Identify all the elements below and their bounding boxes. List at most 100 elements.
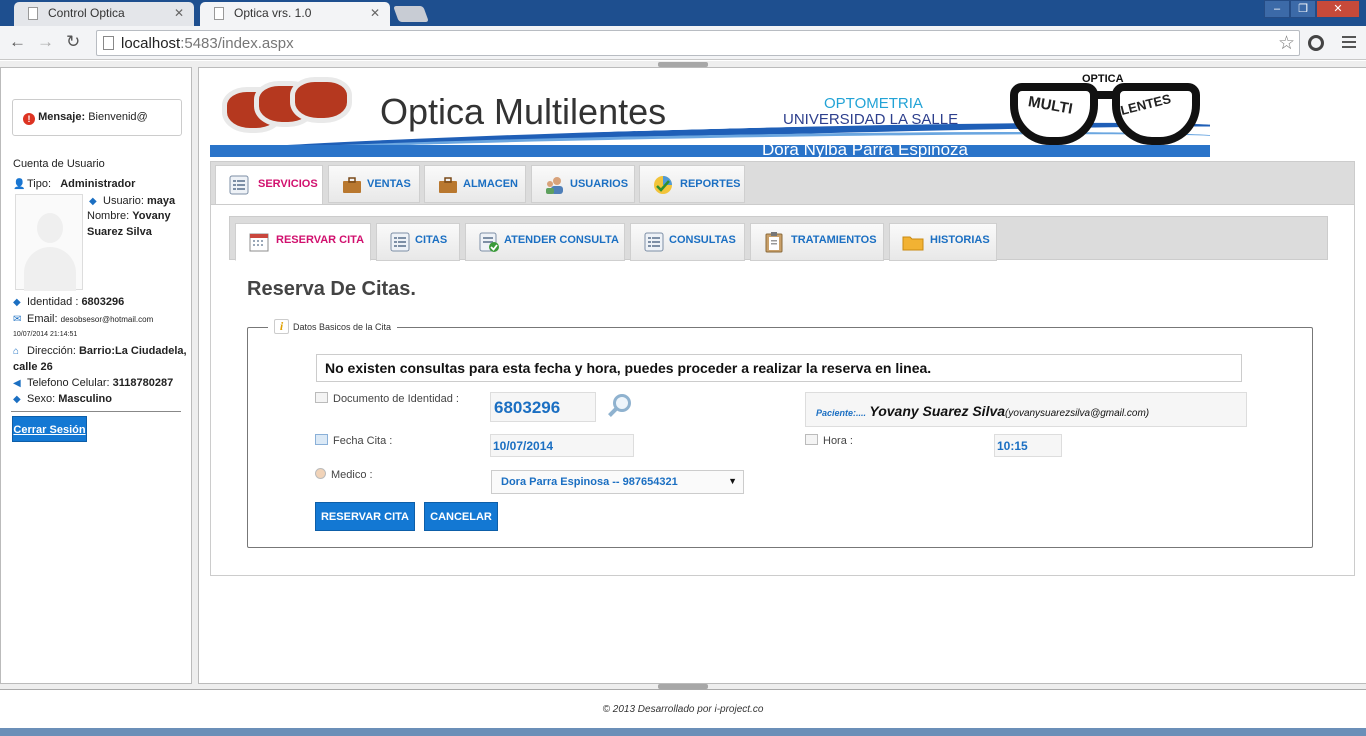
page-title: Reserva De Citas.	[247, 278, 416, 300]
email-row: ✉ Email: desobsesor@hotmail.com	[13, 313, 154, 325]
mail-icon: ✉	[13, 314, 22, 325]
header-banner: Optica Multilentes OPTOMETRIA UNIVERSIDA…	[210, 71, 1210, 157]
usuario-row: ◆ Usuario: maya	[89, 195, 176, 207]
browser-tab-strip: Control Optica ✕ Optica vrs. 1.0 ✕ – ❐ ✕	[0, 0, 1366, 26]
login-timestamp: 10/07/2014 21:14:51	[13, 331, 78, 338]
banner-line-2: UNIVERSIDAD LA SALLE	[783, 111, 959, 128]
sexo-row: ◆ Sexo: Masculino	[13, 393, 112, 405]
bookmark-star-icon[interactable]: ☆	[1278, 32, 1295, 55]
chevron-down-icon: ▼	[728, 476, 737, 486]
footer-text: © 2013 Desarrollado por i-project.co	[602, 704, 764, 715]
search-icon[interactable]	[606, 394, 632, 422]
close-window-icon[interactable]: ✕	[1316, 0, 1360, 18]
browser-tab-control-optica[interactable]: Control Optica ✕	[14, 2, 194, 26]
folder-icon	[902, 236, 924, 251]
id-card-icon	[315, 392, 328, 403]
message-text: Bienvenid@	[88, 111, 148, 123]
back-arrow-icon[interactable]: ←	[9, 33, 26, 51]
calendar-icon	[315, 434, 328, 445]
appointment-fieldset: i Datos Basicos de la Cita No existen con…	[247, 319, 1313, 548]
medico-label: Medico :	[315, 468, 373, 481]
direccion-row: ⌂ Dirección: Barrio:La Ciudadela,	[13, 345, 187, 357]
avatar	[15, 194, 83, 291]
forward-arrow-icon[interactable]: →	[37, 33, 54, 51]
message-label: Mensaje:	[38, 111, 86, 123]
sub-tab-bar: RESERVAR CITA CITAS ATENDER CONSULTA CON…	[229, 216, 1328, 261]
checklist-icon	[479, 232, 499, 252]
reload-icon[interactable]: ↻	[66, 33, 80, 51]
page-icon	[28, 7, 38, 20]
tab-tratamientos[interactable]: TRATAMIENTOS	[750, 223, 884, 261]
tag-icon: ◆	[89, 196, 97, 207]
tab-citas[interactable]: CITAS	[376, 223, 460, 261]
users-icon	[546, 177, 563, 194]
tab-servicios[interactable]: SERVICIOS	[215, 165, 323, 205]
clock-icon	[805, 434, 818, 445]
telefono-row: ◀ Telefono Celular: 3118780287	[13, 377, 174, 389]
patient-info: Paciente:.... Yovany Suarez Silva(yovany…	[805, 392, 1247, 427]
page-icon	[214, 7, 224, 20]
tab-atender-consulta[interactable]: ATENDER CONSULTA	[465, 223, 625, 261]
tab-ventas[interactable]: VENTAS	[328, 165, 420, 203]
close-tab-icon[interactable]: ✕	[370, 6, 380, 20]
browser-tab-title: Optica vrs. 1.0	[234, 6, 312, 20]
banner-line-1: OPTOMETRIA	[824, 95, 923, 112]
info-icon: i	[274, 319, 289, 334]
window-controls: – ❐ ✕	[1264, 0, 1360, 18]
message-box: ! Mensaje: Bienvenid@	[12, 99, 182, 136]
goggles-image	[290, 77, 352, 123]
identidad-row: ◆ Identidad : 6803296	[13, 296, 125, 308]
list-icon	[229, 175, 249, 195]
user-sidebar: ! Mensaje: Bienvenid@ Cuenta de Usuario …	[0, 67, 192, 684]
doctor-icon	[315, 468, 326, 479]
list-icon	[390, 232, 410, 252]
glasses-logo: OPTICA MULTI LENTES	[1010, 73, 1200, 155]
banner-line-3: Dora Nylba Parra Espinoza	[762, 140, 968, 157]
os-taskbar	[0, 728, 1366, 736]
minimize-icon[interactable]: –	[1264, 0, 1290, 18]
main-content: Optica Multilentes OPTOMETRIA UNIVERSIDA…	[198, 67, 1366, 684]
close-tab-icon[interactable]: ✕	[174, 6, 184, 20]
chart-check-icon	[654, 176, 672, 194]
tab-reservar-cita[interactable]: RESERVAR CITA	[235, 223, 371, 261]
new-tab-button[interactable]	[393, 6, 429, 22]
url-text: localhost:5483/index.aspx	[121, 35, 294, 52]
tab-usuarios[interactable]: USUARIOS	[531, 165, 635, 203]
briefcase-icon	[439, 177, 457, 193]
browser-tab-optica[interactable]: Optica vrs. 1.0 ✕	[200, 2, 390, 26]
main-tab-bar: SERVICIOS VENTAS ALMACEN USUARIOS REPORT…	[210, 161, 1355, 205]
tab-reportes[interactable]: REPORTES	[639, 165, 745, 203]
patient-name: Yovany Suarez Silva	[869, 403, 1006, 419]
availability-notice: No existen consultas para esta fecha y h…	[316, 354, 1242, 382]
medico-select[interactable]: Dora Parra Espinosa -- 987654321 ▼	[491, 470, 744, 494]
logout-button[interactable]: Cerrar Sesión	[12, 416, 87, 442]
nombre-row: Nombre: Yovany	[87, 210, 171, 222]
tab-consultas[interactable]: CONSULTAS	[630, 223, 745, 261]
menu-icon[interactable]	[1342, 36, 1356, 51]
extension-icon[interactable]	[1308, 35, 1324, 51]
patient-email: (yovanysuarezsilva@gmail.com)	[1005, 408, 1150, 419]
browser-tab-title: Control Optica	[48, 6, 125, 20]
tab-historias[interactable]: HISTORIAS	[889, 223, 997, 261]
address-bar[interactable]: localhost:5483/index.aspx ☆	[96, 30, 1300, 56]
direccion-row-2: calle 26	[13, 361, 53, 373]
alert-icon: !	[23, 113, 35, 125]
documento-input[interactable]: 6803296	[490, 392, 596, 422]
reservar-cita-button[interactable]: RESERVAR CITA	[315, 502, 415, 531]
account-heading: Cuenta de Usuario	[13, 158, 105, 170]
divider	[11, 411, 181, 412]
cancelar-button[interactable]: CANCELAR	[424, 502, 498, 531]
tag-icon: ◆	[13, 297, 21, 308]
tab-almacen[interactable]: ALMACEN	[424, 165, 526, 203]
fieldset-legend: i Datos Basicos de la Cita	[268, 319, 398, 335]
hora-input[interactable]: 10:15	[994, 434, 1062, 457]
calendar-icon	[249, 233, 269, 252]
maximize-icon[interactable]: ❐	[1290, 0, 1316, 18]
patient-label: Paciente:....	[816, 408, 867, 418]
nombre-row-2: Suarez Silva	[87, 226, 152, 238]
page-icon	[103, 36, 114, 50]
home-icon: ⌂	[13, 346, 20, 357]
briefcase-icon	[343, 177, 361, 193]
tag-icon: ◆	[13, 394, 21, 405]
fecha-input[interactable]: 10/07/2014	[490, 434, 634, 457]
